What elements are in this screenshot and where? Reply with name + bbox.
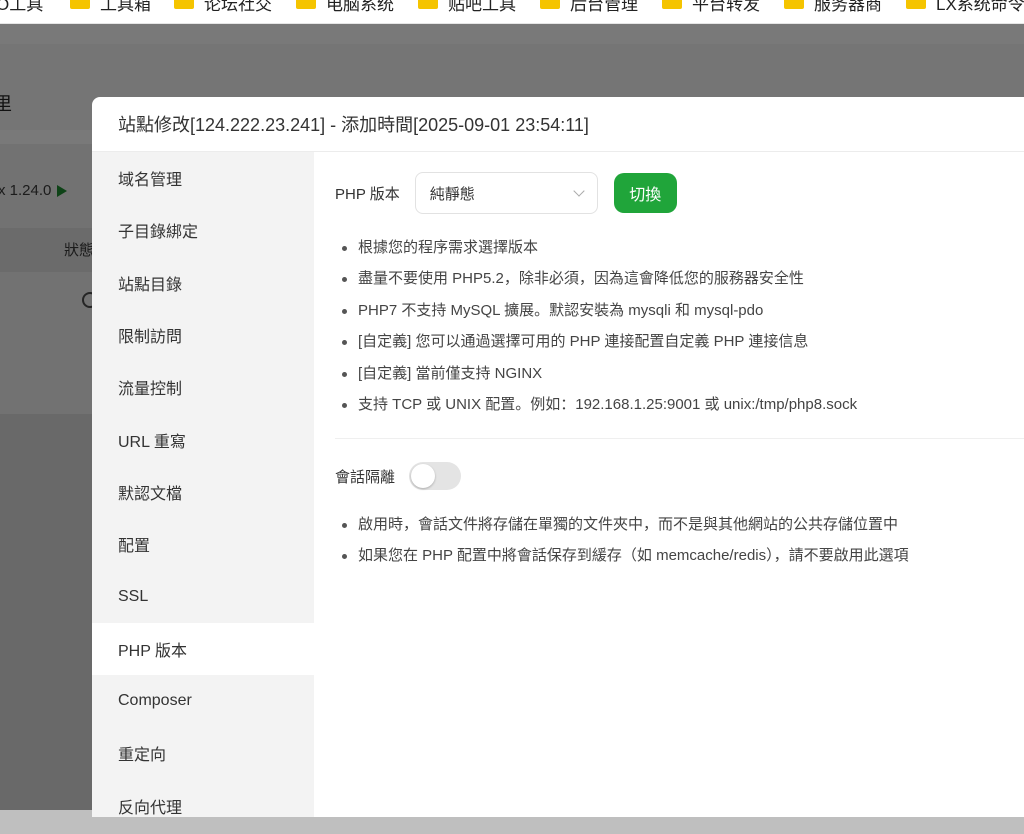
- sidebar-item-reverse-proxy[interactable]: 反向代理: [92, 780, 314, 817]
- list-item: [自定義] 當前僅支持 NGINX: [338, 358, 857, 389]
- session-isolation-label: 會話隔離: [335, 468, 396, 486]
- list-item: 支持 TCP 或 UNIX 配置。例如：192.168.1.25:9001 或 …: [338, 389, 857, 420]
- list-item: 如果您在 PHP 配置中將會話保存到緩存（如 memcache/redis），請…: [338, 540, 909, 571]
- bookmark-label: 电脑系统: [326, 0, 394, 14]
- list-item: 啟用時，會話文件將存儲在單獨的文件夾中，而不是與其他網站的公共存儲位置中: [338, 509, 909, 540]
- list-item: PHP7 不支持 MySQL 擴展。默認安裝為 mysqli 和 mysql-p…: [338, 295, 857, 326]
- bookmark-label: 贴吧工具: [448, 0, 516, 14]
- sidebar-item-default-document[interactable]: 默認文檔: [92, 466, 314, 518]
- bookmark-item[interactable]: 后台管理: [540, 0, 638, 16]
- sidebar-item-url-rewrite[interactable]: URL 重寫: [92, 413, 314, 465]
- sidebar-item-ssl[interactable]: SSL: [92, 570, 314, 622]
- sidebar-item-config[interactable]: 配置: [92, 518, 314, 570]
- php-version-selected: 純靜態: [429, 185, 475, 203]
- session-isolation-row: 會話隔離: [335, 461, 462, 491]
- list-item: [自定義] 您可以通過選擇可用的 PHP 連接配置自定義 PHP 連接信息: [338, 326, 857, 357]
- bookmark-item[interactable]: 电脑系统: [296, 0, 394, 16]
- toggle-knob: [411, 464, 436, 488]
- list-item: 根據您的程序需求選擇版本: [338, 232, 857, 263]
- sidebar-item-traffic-control[interactable]: 流量控制: [92, 361, 314, 413]
- modal-body: 域名管理 子目錄綁定 站點目錄 限制訪問 流量控制 URL 重寫 默認文檔 配置…: [92, 152, 1024, 817]
- php-version-label: PHP 版本: [335, 185, 400, 203]
- bookmark-item[interactable]: O工具: [0, 0, 43, 16]
- bookmark-item[interactable]: 平台转发: [662, 0, 760, 16]
- sidebar-item-domain[interactable]: 域名管理: [92, 152, 314, 204]
- bookmark-label: 工具箱: [100, 0, 151, 14]
- folder-icon: [906, 0, 926, 9]
- sidebar-item-composer[interactable]: Composer: [92, 675, 314, 727]
- switch-button[interactable]: 切換: [613, 173, 677, 213]
- bookmark-item[interactable]: 贴吧工具: [418, 0, 516, 16]
- folder-icon: [296, 0, 316, 9]
- session-tips-list: 啟用時，會話文件將存儲在單獨的文件夾中，而不是與其他網站的公共存儲位置中 如果您…: [338, 509, 909, 572]
- folder-icon: [70, 0, 90, 9]
- folder-icon: [540, 0, 560, 9]
- php-tips-list: 根據您的程序需求選擇版本 盡量不要使用 PHP5.2，除非必須，因為這會降低您的…: [338, 232, 857, 420]
- bookmark-label: LX系统命令: [936, 0, 1024, 14]
- site-edit-modal: 站點修改[124.222.23.241] - 添加時間[2025-09-01 2…: [92, 97, 1024, 817]
- folder-icon: [418, 0, 438, 9]
- bookmark-item[interactable]: LX系统命令: [906, 0, 1024, 16]
- bookmark-label: 平台转发: [692, 0, 760, 14]
- sidebar-item-site-directory[interactable]: 站點目錄: [92, 257, 314, 309]
- sidebar-item-access-restriction[interactable]: 限制訪問: [92, 309, 314, 361]
- bookmark-item[interactable]: 服务器商: [784, 0, 882, 16]
- bookmark-label: 服务器商: [814, 0, 882, 14]
- folder-icon: [174, 0, 194, 9]
- php-version-panel: PHP 版本 純靜態 切換 根據您的程序需求選擇版本 盡量不要使用 PHP5.2…: [314, 152, 1024, 817]
- folder-icon: [662, 0, 682, 9]
- section-divider: [335, 438, 1024, 439]
- folder-icon: [784, 0, 804, 9]
- bookmark-item[interactable]: 论坛社交: [174, 0, 272, 16]
- bookmark-label: 论坛社交: [204, 0, 272, 14]
- bookmark-label: O工具: [0, 0, 44, 14]
- php-version-row: PHP 版本 純靜態 切換: [335, 172, 677, 214]
- bookmark-label: 后台管理: [570, 0, 638, 14]
- session-isolation-toggle[interactable]: [409, 462, 462, 490]
- php-version-select[interactable]: 純靜態: [414, 172, 598, 214]
- sidebar-item-php-version[interactable]: PHP 版本: [92, 622, 314, 675]
- modal-title: 站點修改[124.222.23.241] - 添加時間[2025-09-01 2…: [92, 97, 1024, 152]
- list-item: 盡量不要使用 PHP5.2，除非必須，因為這會降低您的服務器安全性: [338, 263, 857, 294]
- modal-sidebar: 域名管理 子目錄綁定 站點目錄 限制訪問 流量控制 URL 重寫 默認文檔 配置…: [92, 152, 314, 817]
- bookmarks-bar: O工具 工具箱 论坛社交 电脑系统 贴吧工具 后台管理 平台转发 服务器商 LX…: [0, 0, 1024, 24]
- chevron-down-icon: [573, 185, 585, 197]
- sidebar-item-redirect[interactable]: 重定向: [92, 727, 314, 779]
- sidebar-item-subdirectory-binding[interactable]: 子目錄綁定: [92, 204, 314, 256]
- bookmark-item[interactable]: 工具箱: [70, 0, 151, 16]
